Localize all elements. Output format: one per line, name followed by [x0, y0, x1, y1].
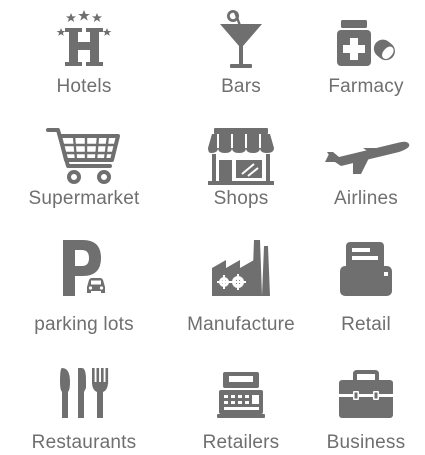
category-label: Supermarket — [28, 188, 140, 209]
briefcase-icon — [337, 368, 395, 420]
printer-icon — [336, 240, 396, 298]
category-farmacy[interactable]: Farmacy — [296, 0, 425, 110]
category-airlines[interactable]: Airlines — [296, 118, 425, 228]
cutlery-icon — [56, 366, 112, 420]
category-shops[interactable]: Shops — [171, 118, 311, 228]
pills-icon — [333, 16, 399, 68]
hotel-icon — [49, 8, 119, 70]
category-hotels[interactable]: Hotels — [14, 0, 154, 110]
category-label: Retail — [341, 314, 391, 335]
shopping-cart-icon — [46, 126, 122, 186]
category-restaurants[interactable]: Restaurants — [14, 352, 154, 455]
cocktail-icon — [216, 8, 266, 70]
category-label: Farmacy — [328, 76, 404, 97]
category-parking-lots[interactable]: parking lots — [14, 232, 154, 342]
category-label: parking lots — [34, 314, 134, 335]
cash-register-icon — [215, 370, 267, 420]
category-label: Business — [326, 432, 406, 453]
airplane-icon — [319, 136, 413, 176]
category-supermarket[interactable]: Supermarket — [14, 118, 154, 228]
category-business[interactable]: Business — [296, 352, 425, 455]
category-label: Hotels — [56, 76, 112, 97]
storefront-icon — [206, 126, 276, 186]
factory-icon — [210, 236, 272, 298]
parking-icon — [59, 238, 109, 300]
category-label: Airlines — [334, 188, 398, 209]
category-label: Restaurants — [31, 432, 137, 453]
category-retail[interactable]: Retail — [296, 232, 425, 342]
